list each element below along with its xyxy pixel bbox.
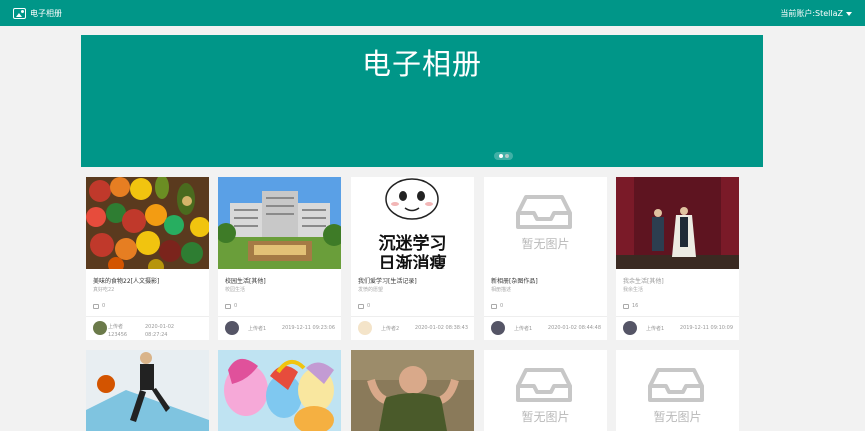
uploader-name: 上传者1 bbox=[514, 326, 533, 332]
upload-date: 2020-01-02 08:38:43 bbox=[414, 325, 468, 331]
album-card[interactable] bbox=[351, 350, 474, 431]
upload-date: 2019-12-11 09:10:09 bbox=[679, 325, 733, 331]
album-description: 发愤的愿望 bbox=[358, 287, 384, 293]
album-cover-image[interactable] bbox=[218, 177, 341, 269]
photo-album-icon bbox=[13, 7, 26, 19]
upload-date: 2020-01-02 08:44:48 bbox=[547, 325, 601, 331]
thumbs-up-icon bbox=[225, 303, 231, 309]
album-card[interactable]: 我余生活[其他] 我余生活 16 上传者1 2019-12-11 09:10:0… bbox=[616, 177, 739, 340]
uploader-name: 上传者123456 bbox=[108, 324, 128, 338]
uploader-name: 上传者1 bbox=[248, 326, 267, 332]
top-nav-bar: 电子相册 当前账户:StellaZ bbox=[0, 0, 865, 26]
album-card[interactable] bbox=[218, 350, 341, 431]
album-title: 新相册[杂图作品] bbox=[491, 278, 538, 285]
thumbs-up-icon bbox=[358, 303, 364, 309]
inbox-tray-icon bbox=[516, 368, 572, 402]
avatar bbox=[225, 321, 239, 335]
divider bbox=[351, 316, 474, 317]
album-cover-image[interactable] bbox=[86, 177, 209, 269]
brand[interactable]: 电子相册 bbox=[13, 5, 62, 21]
divider bbox=[218, 316, 341, 317]
avatar bbox=[491, 321, 505, 335]
album-title: 美味的食物22[人文摄影] bbox=[93, 278, 160, 285]
likes[interactable]: 0 bbox=[225, 303, 237, 309]
album-title: 校园生活[其他] bbox=[225, 278, 266, 285]
album-card[interactable]: 沉迷学习 日渐消瘦 我们爱学习[生活记录] 发愤的愿望 0 上传者2 2020-… bbox=[351, 177, 474, 340]
chevron-down-icon bbox=[846, 11, 852, 16]
divider bbox=[616, 316, 739, 317]
uploader-name: 上传者1 bbox=[646, 326, 665, 332]
inbox-tray-icon bbox=[648, 368, 704, 402]
album-cover-image[interactable] bbox=[218, 350, 341, 431]
no-image-text: 暂无图片 bbox=[653, 410, 702, 424]
album-description: 真好吃22 bbox=[93, 287, 115, 293]
empty-image-placeholder[interactable]: 暂无图片 bbox=[484, 350, 607, 431]
divider bbox=[484, 316, 607, 317]
image-caption-line2: 日渐消瘦 bbox=[378, 254, 447, 269]
album-description: 校园生活 bbox=[225, 287, 246, 293]
album-card[interactable]: 暂无图片 bbox=[484, 350, 607, 431]
like-count: 0 bbox=[367, 303, 371, 309]
empty-image-placeholder[interactable]: 暂无图片 bbox=[484, 177, 607, 269]
album-description: 我余生活 bbox=[623, 287, 644, 293]
app-title: 电子相册 bbox=[30, 8, 62, 18]
avatar bbox=[623, 321, 637, 335]
like-count: 16 bbox=[632, 303, 639, 309]
album-card[interactable]: 暂无图片 新相册[杂图作品] 相册描述 0 上传者1 2020-01-02 08… bbox=[484, 177, 607, 340]
album-card[interactable]: 暂无图片 bbox=[616, 350, 739, 431]
no-image-text: 暂无图片 bbox=[521, 237, 570, 251]
banner-title: 电子相册 bbox=[361, 47, 482, 81]
uploader-name: 上传者2 bbox=[381, 326, 400, 332]
like-count: 0 bbox=[500, 303, 504, 309]
empty-image-placeholder[interactable]: 暂无图片 bbox=[616, 350, 739, 431]
album-cover-image[interactable]: 沉迷学习 日渐消瘦 bbox=[351, 177, 474, 269]
album-cover-image[interactable] bbox=[86, 350, 209, 431]
avatar bbox=[358, 321, 372, 335]
likes[interactable]: 0 bbox=[358, 303, 370, 309]
upload-date: 2020-01-02 08:27:24 bbox=[145, 324, 175, 338]
divider bbox=[86, 316, 209, 317]
carousel-dot-2[interactable] bbox=[504, 154, 509, 158]
account-label: 当前账户:StellaZ bbox=[780, 9, 843, 18]
avatar bbox=[93, 321, 107, 335]
carousel-dot-1[interactable] bbox=[498, 154, 503, 158]
account-menu[interactable]: 当前账户:StellaZ bbox=[780, 8, 852, 19]
carousel-indicators bbox=[494, 152, 513, 160]
upload-date: 2019-12-11 09:23:06 bbox=[281, 325, 335, 331]
carousel-banner: 电子相册 bbox=[81, 35, 763, 167]
no-image-text: 暂无图片 bbox=[521, 410, 570, 424]
album-title: 我余生活[其他] bbox=[623, 278, 664, 285]
album-card[interactable]: 美味的食物22[人文摄影] 真好吃22 0 上传者123456 2020-01-… bbox=[86, 177, 209, 340]
album-card[interactable] bbox=[86, 350, 209, 431]
album-title: 我们爱学习[生活记录] bbox=[358, 278, 417, 285]
album-cover-image[interactable] bbox=[351, 350, 474, 431]
thumbs-up-icon bbox=[93, 303, 99, 309]
album-description: 相册描述 bbox=[491, 287, 512, 293]
likes[interactable]: 0 bbox=[491, 303, 503, 309]
likes[interactable]: 0 bbox=[93, 303, 105, 309]
likes[interactable]: 16 bbox=[623, 303, 638, 309]
like-count: 0 bbox=[102, 303, 106, 309]
thumbs-up-icon bbox=[491, 303, 497, 309]
album-card[interactable]: 校园生活[其他] 校园生活 0 上传者1 2019-12-11 09:23:06 bbox=[218, 177, 341, 340]
album-cover-image[interactable] bbox=[616, 177, 739, 269]
inbox-tray-icon bbox=[516, 195, 572, 229]
thumbs-up-icon bbox=[623, 303, 629, 309]
like-count: 0 bbox=[234, 303, 238, 309]
